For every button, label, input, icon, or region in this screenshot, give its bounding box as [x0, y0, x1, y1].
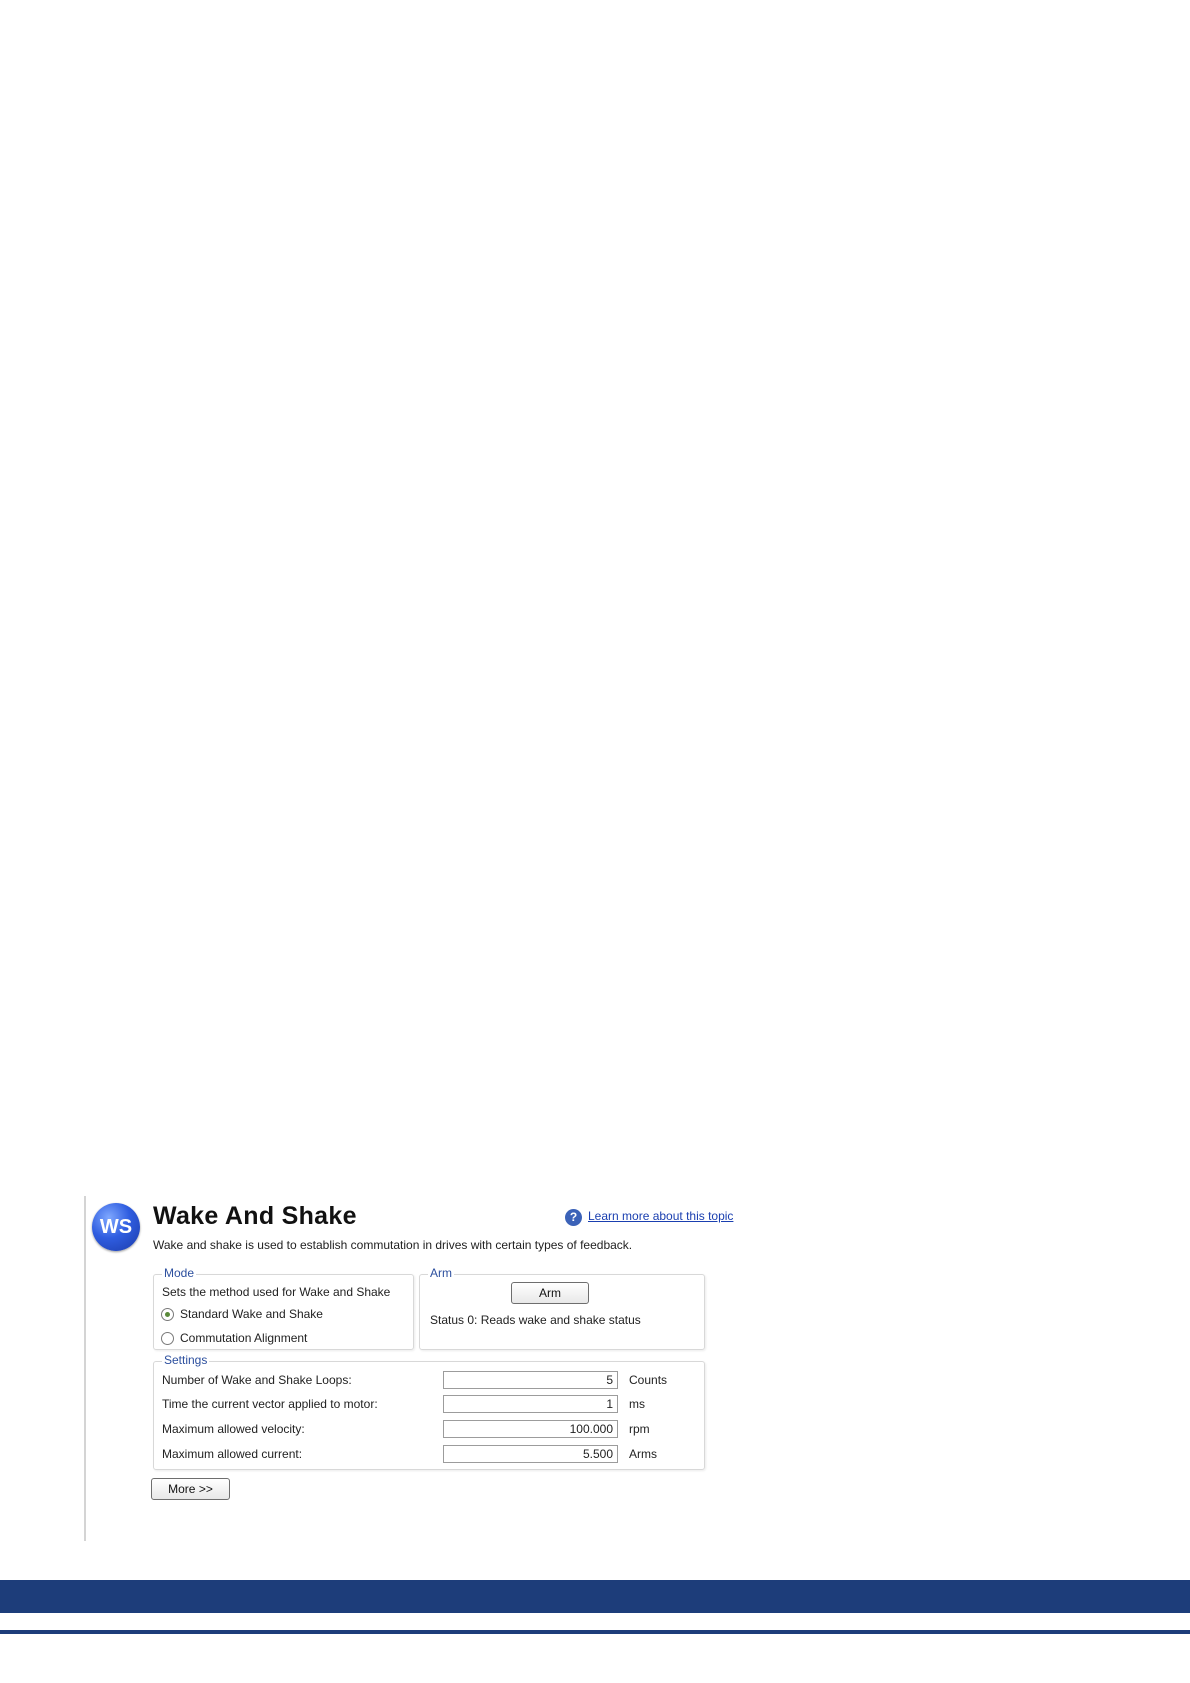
settings-legend: Settings	[162, 1353, 210, 1367]
max-velocity-input[interactable]: 100.000	[443, 1420, 618, 1438]
page-description: Wake and shake is used to establish comm…	[153, 1238, 633, 1252]
radio-label-commutation[interactable]: Commutation Alignment	[180, 1331, 307, 1345]
settings-group: Settings Number of Wake and Shake Loops:…	[153, 1353, 705, 1470]
setting-label-vector-time: Time the current vector applied to motor…	[162, 1397, 378, 1411]
arm-button[interactable]: Arm	[511, 1282, 589, 1304]
unit-loops: Counts	[629, 1373, 668, 1387]
mode-legend: Mode	[162, 1266, 197, 1280]
wake-and-shake-panel: WS Wake And Shake ? Learn more about thi…	[84, 1196, 736, 1541]
footer-line	[0, 1630, 1190, 1634]
unit-vector-time: ms	[629, 1397, 645, 1411]
arm-status-text: Status 0: Reads wake and shake status	[430, 1313, 641, 1327]
arm-group: Arm Arm Status 0: Reads wake and shake s…	[419, 1266, 705, 1350]
mode-group: Mode Sets the method used for Wake and S…	[153, 1266, 414, 1350]
page-title: Wake And Shake	[153, 1202, 357, 1230]
vector-time-input[interactable]: 1	[443, 1395, 618, 1413]
unit-max-velocity: rpm	[629, 1422, 650, 1436]
setting-label-max-current: Maximum allowed current:	[162, 1447, 303, 1461]
footer-bar	[0, 1580, 1190, 1613]
max-current-input[interactable]: 5.500	[443, 1445, 618, 1463]
radio-label-standard[interactable]: Standard Wake and Shake	[180, 1307, 323, 1321]
loops-input[interactable]: 5	[443, 1371, 618, 1389]
setting-label-loops: Number of Wake and Shake Loops:	[162, 1373, 352, 1387]
radio-standard-wake-and-shake[interactable]	[161, 1308, 174, 1321]
mode-caption: Sets the method used for Wake and Shake	[162, 1285, 391, 1299]
radio-commutation-alignment[interactable]	[161, 1332, 174, 1345]
arm-legend: Arm	[428, 1266, 454, 1280]
ws-logo-icon: WS	[92, 1203, 140, 1251]
learn-more-link[interactable]: Learn more about this topic	[588, 1209, 733, 1223]
unit-max-current: Arms	[629, 1447, 657, 1461]
setting-label-max-velocity: Maximum allowed velocity:	[162, 1422, 305, 1436]
help-icon[interactable]: ?	[565, 1209, 582, 1226]
more-button[interactable]: More >>	[151, 1478, 230, 1500]
